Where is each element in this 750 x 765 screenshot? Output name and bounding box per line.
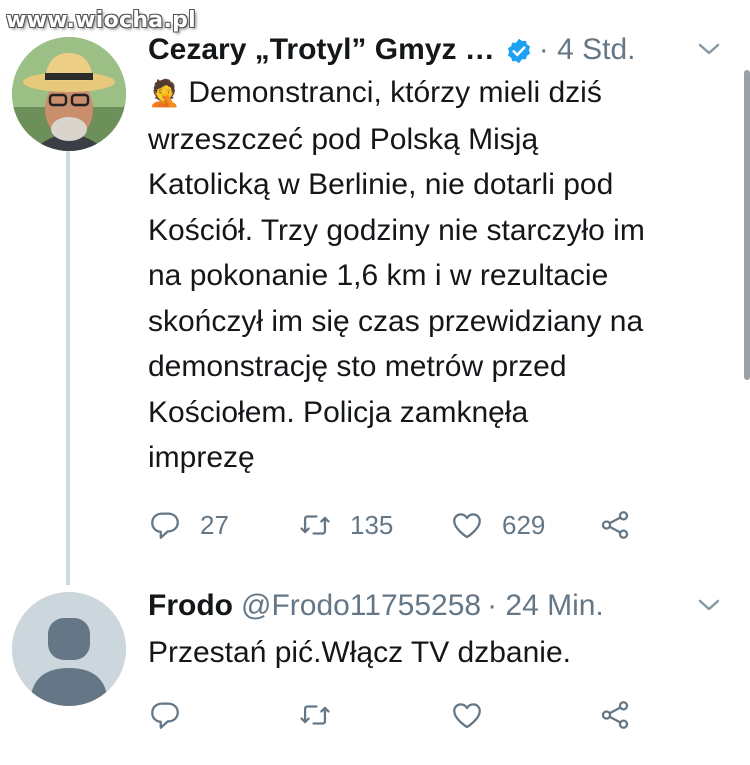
- timestamp[interactable]: · 24 Min.: [487, 586, 604, 626]
- reply-button[interactable]: 27: [148, 508, 229, 542]
- author-name[interactable]: Cezary „Trotyl” Gmyz …: [148, 30, 495, 70]
- verified-badge-icon: [505, 36, 533, 64]
- retweet-count: 135: [350, 509, 394, 540]
- watermark: www.wiocha.pl: [6, 8, 196, 33]
- chevron-down-icon[interactable]: [696, 594, 722, 616]
- retweet-icon: [300, 515, 330, 535]
- reply-icon: [151, 512, 179, 539]
- tweet-text: Przestań pić.Włącz TV dzbanie.: [148, 636, 571, 669]
- tweet-1: Cezary „Trotyl” Gmyz … · 4 Std. 🤦 Demonst…: [148, 30, 722, 481]
- tweet-2: Frodo @Frodo11755258 · 24 Min. Przestań …: [148, 586, 722, 676]
- avatar[interactable]: [12, 592, 126, 706]
- scrollbar[interactable]: [744, 70, 750, 380]
- tweet-actions: 27 135 629: [148, 505, 638, 545]
- retweet-icon: [300, 705, 330, 725]
- reply-icon: [151, 702, 179, 729]
- heart-icon: [453, 513, 481, 539]
- like-button[interactable]: [450, 698, 484, 732]
- author-name[interactable]: Frodo: [148, 586, 233, 626]
- tweet-text: 🤦 Demonstranci, którzy mieli dziś wrzeszc…: [148, 70, 722, 481]
- share-button[interactable]: [598, 508, 632, 542]
- reply-button[interactable]: [148, 698, 182, 732]
- heart-icon: [453, 703, 481, 729]
- chevron-down-icon[interactable]: [696, 38, 722, 60]
- reply-count: 27: [200, 509, 229, 540]
- share-button[interactable]: [598, 698, 632, 732]
- tweet-body: Demonstranci, którzy mieli dziś wrzeszcz…: [148, 76, 645, 474]
- share-icon: [601, 701, 629, 729]
- avatar[interactable]: [12, 37, 126, 151]
- tweet-actions: [148, 695, 638, 735]
- retweet-button[interactable]: 135: [298, 508, 393, 542]
- tweet-header: Frodo @Frodo11755258 · 24 Min.: [148, 586, 722, 626]
- timestamp[interactable]: · 4 Std.: [539, 30, 636, 70]
- retweet-button[interactable]: [298, 698, 332, 732]
- tweet-header: Cezary „Trotyl” Gmyz … · 4 Std.: [148, 30, 722, 70]
- thread-line: [66, 150, 70, 585]
- share-icon: [601, 511, 629, 539]
- author-handle[interactable]: @Frodo11755258: [241, 586, 481, 626]
- like-button[interactable]: 629: [450, 508, 545, 542]
- facepalm-emoji: 🤦: [148, 78, 181, 108]
- like-count: 629: [502, 509, 546, 540]
